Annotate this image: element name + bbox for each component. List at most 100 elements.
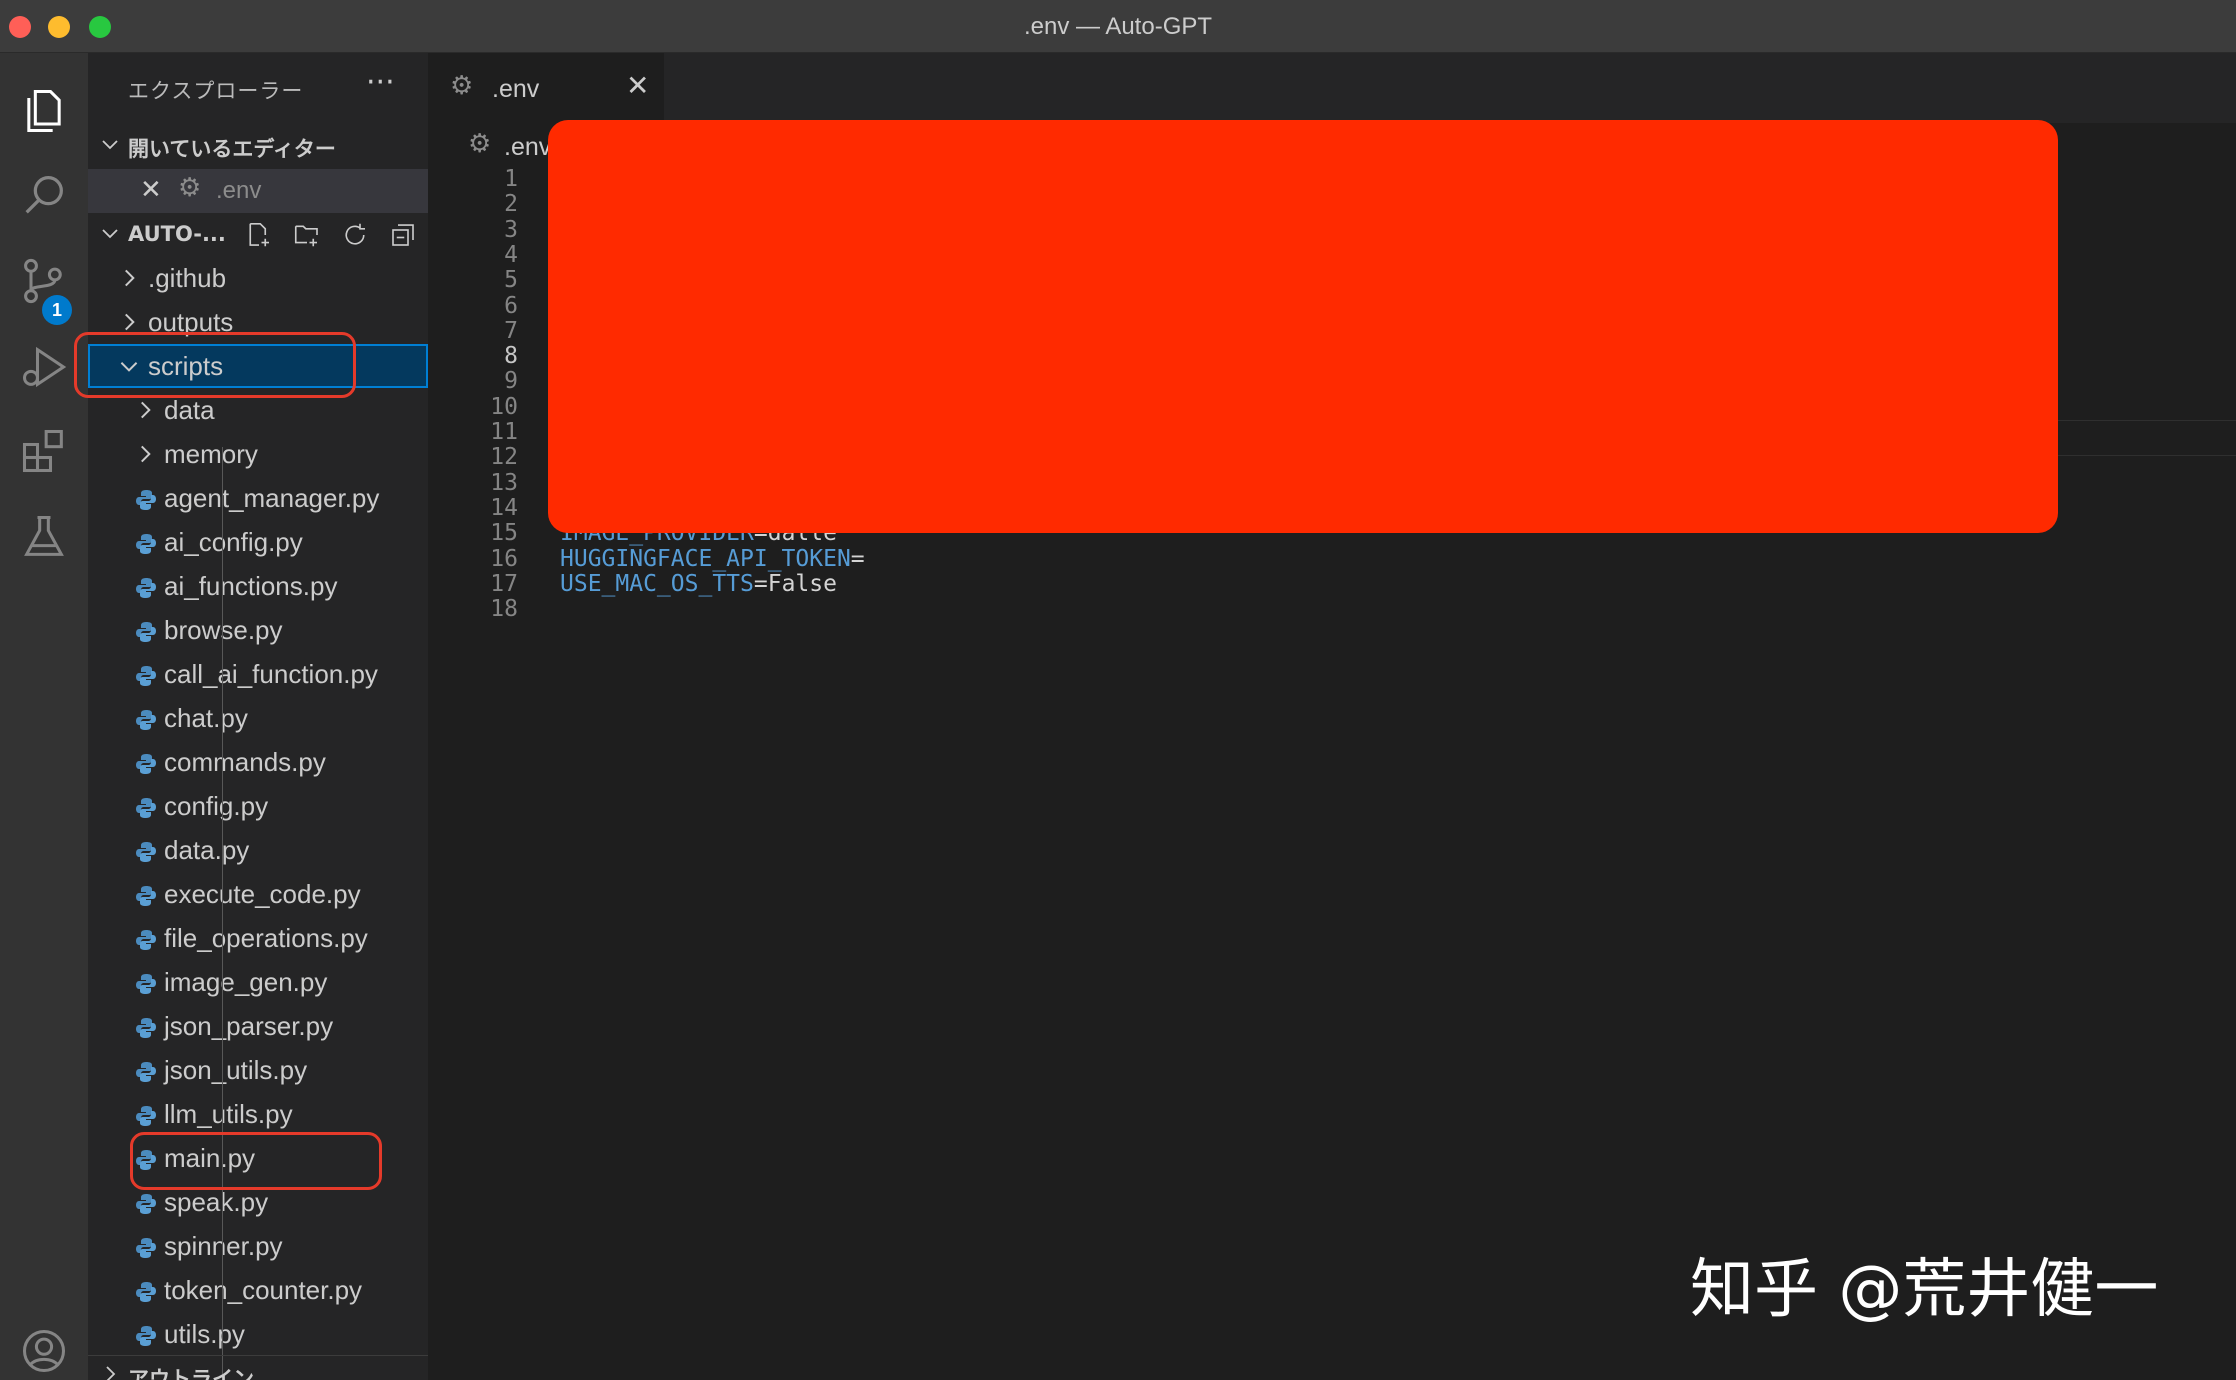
tree-file[interactable]: json_utils.py [88, 1048, 428, 1092]
python-file-icon [136, 575, 156, 598]
tree-folder[interactable]: .github [88, 256, 428, 300]
tree-item-label: call_ai_function.py [164, 659, 378, 689]
tree-item-label: speak.py [164, 1187, 269, 1217]
line-number: 2 [504, 191, 518, 218]
chevron-down-icon [98, 221, 122, 250]
code-line[interactable]: USE_MAC_OS_TTS=False [560, 571, 837, 597]
tree-file[interactable]: spinner.py [88, 1224, 428, 1268]
line-number: 8 [504, 343, 518, 370]
tree-item-label: file_operations.py [164, 923, 368, 953]
gear-icon: ⚙ [468, 129, 492, 159]
tree-item-label: json_utils.py [164, 1055, 308, 1085]
python-file-icon [136, 971, 156, 994]
tab-label: .env [492, 75, 540, 103]
python-file-icon [136, 707, 156, 730]
tree-file[interactable]: data.py [88, 828, 428, 872]
new-folder-icon[interactable] [286, 215, 328, 255]
extensions-icon[interactable] [0, 409, 88, 493]
tree-file[interactable]: utils.py [88, 1312, 428, 1356]
tree-item-label: token_counter.py [164, 1275, 363, 1305]
tree-item-label: data.py [164, 835, 250, 865]
line-number: 15 [490, 520, 518, 547]
tree-file[interactable]: commands.py [88, 740, 428, 784]
tree-file[interactable]: image_gen.py [88, 960, 428, 1004]
line-number: 1 [504, 166, 518, 192]
python-file-icon [136, 839, 156, 862]
chevron-right-icon [132, 397, 158, 430]
code-line[interactable]: HUGGINGFACE_API_TOKEN= [560, 546, 865, 572]
chevron-down-icon [98, 132, 122, 161]
breadcrumb-file[interactable]: .env [504, 133, 551, 162]
new-file-icon[interactable] [238, 215, 280, 255]
tree-file[interactable]: ai_functions.py [88, 564, 428, 608]
tree-item-label: image_gen.py [164, 967, 328, 997]
python-file-icon [136, 1191, 156, 1214]
testing-flask-icon[interactable] [0, 495, 88, 579]
tree-file[interactable]: json_parser.py [88, 1004, 428, 1048]
line-number: 4 [504, 241, 518, 268]
python-file-icon [136, 1103, 156, 1126]
tree-file[interactable]: chat.py [88, 696, 428, 740]
tree-file[interactable]: execute_code.py [88, 872, 428, 916]
outline-label: アウトライン [128, 1367, 254, 1380]
refresh-icon[interactable] [334, 215, 376, 255]
tree-file[interactable]: token_counter.py [88, 1268, 428, 1312]
tree-file[interactable]: llm_utils.py [88, 1092, 428, 1136]
line-number: 7 [504, 317, 518, 344]
tree-file[interactable]: browse.py [88, 608, 428, 652]
tree-item-label: agent_manager.py [164, 483, 380, 513]
python-file-icon [136, 751, 156, 774]
outline-section-header[interactable]: アウトライン [88, 1355, 428, 1380]
account-icon[interactable] [0, 1309, 88, 1380]
line-number: 13 [490, 469, 518, 496]
line-number: 11 [490, 419, 518, 445]
sidebar-header: エクスプローラー ··· [88, 53, 428, 123]
line-number: 17 [490, 570, 518, 597]
tree-file[interactable]: file_operations.py [88, 916, 428, 960]
python-file-icon [136, 619, 156, 642]
tree-item-label: llm_utils.py [164, 1099, 293, 1129]
python-file-icon [136, 1323, 156, 1346]
tree-item-label: ai_config.py [164, 527, 303, 557]
tab-env[interactable]: ⚙ .env ✕ [428, 53, 664, 123]
annotation-highlight-main [130, 1132, 382, 1190]
python-file-icon [136, 663, 156, 686]
more-actions-icon[interactable]: ··· [366, 65, 395, 100]
env-key: USE_MAC_OS_TTS [560, 570, 754, 597]
tree-folder[interactable]: memory [88, 432, 428, 476]
explorer-icon[interactable] [0, 69, 88, 153]
search-icon[interactable] [0, 153, 88, 237]
chevron-right-icon [116, 265, 142, 298]
collapse-all-icon[interactable] [382, 215, 424, 255]
tree-item-label: commands.py [164, 747, 326, 777]
line-number: 14 [490, 494, 518, 521]
line-number: 18 [490, 596, 518, 623]
tree-file[interactable]: ai_config.py [88, 520, 428, 564]
open-editor-name: .env [216, 177, 262, 204]
line-number: 6 [504, 292, 518, 319]
tree-file[interactable]: config.py [88, 784, 428, 828]
open-editors-label: 開いているエディター [128, 137, 336, 161]
open-editor-item[interactable]: ✕ ⚙ .env [88, 169, 428, 213]
tree-item-label: memory [164, 439, 258, 469]
gear-icon: ⚙ [178, 173, 202, 203]
tree-item-label: data [164, 395, 215, 425]
close-icon[interactable]: ✕ [626, 69, 649, 102]
tree-file[interactable]: agent_manager.py [88, 476, 428, 520]
tree-file[interactable]: call_ai_function.py [88, 652, 428, 696]
annotation-highlight-scripts [74, 332, 356, 398]
close-icon[interactable]: ✕ [140, 175, 162, 205]
tree-item-label: utils.py [164, 1319, 245, 1349]
python-file-icon [136, 1279, 156, 1302]
env-key: HUGGINGFACE_API_TOKEN [560, 545, 851, 572]
tree-item-label: execute_code.py [164, 879, 361, 909]
python-file-icon [136, 795, 156, 818]
python-file-icon [136, 883, 156, 906]
project-name-label: AUTO-... [128, 222, 226, 246]
tree-item-label: config.py [164, 791, 269, 821]
open-editors-section-header[interactable]: 開いているエディター [88, 126, 428, 166]
watermark: 知乎 @荒井健一 [1690, 1253, 2159, 1327]
project-section-header[interactable]: AUTO-... [88, 215, 428, 255]
line-number: 12 [490, 444, 518, 471]
tree-item-label: ai_functions.py [164, 571, 338, 601]
